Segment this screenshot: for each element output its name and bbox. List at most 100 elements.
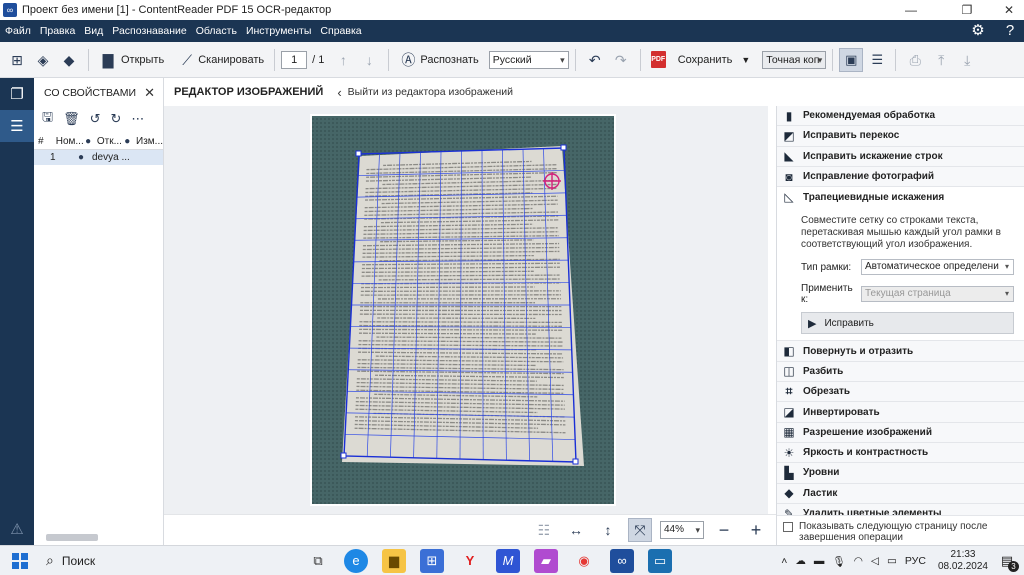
file-explorer-icon[interactable]: ▆: [382, 548, 406, 573]
next-error-button[interactable]: ⤓: [954, 46, 980, 74]
tool-resolution[interactable]: ▦ Разрешение изображений: [777, 422, 1024, 443]
prev-page-button[interactable]: ↑: [330, 46, 356, 74]
show-next-page-checkbox[interactable]: [783, 522, 793, 532]
rotate-left-icon[interactable]: ↺: [90, 111, 101, 127]
store-icon[interactable]: ⊞: [420, 548, 444, 573]
menu-help[interactable]: Справка: [316, 25, 365, 37]
open-button[interactable]: ▇ Открыть: [95, 46, 168, 74]
redo-button[interactable]: ↷: [608, 46, 634, 74]
tool-photo-correction[interactable]: ◙ Исправление фотографий: [777, 166, 1024, 188]
apply-to-select[interactable]: Текущая страница ▾: [861, 286, 1014, 303]
taskbar-search[interactable]: ⌕ Поиск: [46, 552, 246, 569]
document-image[interactable]: [164, 106, 776, 514]
fit-page-icon[interactable]: ⤧: [628, 518, 652, 542]
close-window-button[interactable]: ✕: [986, 0, 1024, 20]
frame-type-select[interactable]: Автоматическое определени ▾: [861, 259, 1014, 276]
frame-type-label: Тип рамки:: [801, 261, 852, 273]
page-number-input[interactable]: 1: [281, 50, 308, 69]
user-icon: ●: [85, 136, 92, 147]
edge-icon[interactable]: e: [344, 548, 368, 573]
more-icon[interactable]: ⋯: [131, 111, 144, 127]
pages-rail-button[interactable]: ❐: [0, 78, 34, 110]
keyboard-language[interactable]: РУС: [905, 555, 926, 567]
close-icon[interactable]: ✕: [144, 85, 155, 101]
horizontal-scrollbar[interactable]: [46, 534, 98, 541]
app-window-icon[interactable]: ▭: [648, 548, 672, 573]
help-icon[interactable]: ?: [1000, 21, 1020, 41]
tool-deskew[interactable]: ◩ Исправить перекос: [777, 126, 1024, 147]
contentreader-taskbar-icon[interactable]: ∞: [610, 548, 634, 573]
tool-invert[interactable]: ◪ Инвертировать: [777, 402, 1024, 423]
column-name[interactable]: Ном...: [50, 136, 85, 147]
menu-tools[interactable]: Инструменты: [242, 25, 315, 37]
exit-editor-link[interactable]: ‹ Выйти из редактора изображений: [337, 85, 513, 100]
tool-brightness[interactable]: ☀ Яркость и контрастность: [777, 442, 1024, 464]
warnings-rail-button[interactable]: ⚠: [0, 513, 34, 545]
scan-button[interactable]: ⟋ Сканировать: [174, 46, 268, 74]
prev-error-button[interactable]: ⤒: [928, 46, 954, 74]
fit-height-icon[interactable]: ↕: [596, 518, 620, 542]
text-view-toggle[interactable]: ☰: [865, 47, 890, 72]
show-next-page-option[interactable]: Показывать следующую страницу после заве…: [777, 515, 1024, 545]
zoom-in-icon[interactable]: +: [744, 518, 768, 542]
tool-levels[interactable]: ▙ Уровни: [777, 463, 1024, 484]
layers-add-button[interactable]: ◈: [30, 46, 56, 74]
tool-crop[interactable]: ⌗ Обрезать: [777, 382, 1024, 403]
tool-trapezoid[interactable]: ◺ Трапециевидные искажения: [777, 187, 1024, 208]
task-view-icon[interactable]: ⧉: [306, 549, 330, 573]
notifications-icon[interactable]: ▤ 3: [996, 550, 1019, 572]
recognize-button[interactable]: Ⓐ Распознать: [395, 46, 482, 74]
mic-icon[interactable]: 🎙: [832, 555, 845, 568]
volume-icon[interactable]: ◁: [871, 555, 879, 567]
export-mode-select[interactable]: Точная коп ▾: [762, 50, 827, 69]
tool-rotate[interactable]: ◧ Повернуть и отразить: [777, 341, 1024, 362]
tool-straighten-lines[interactable]: ◣ Исправить искажение строк: [777, 146, 1024, 167]
chrome-icon[interactable]: ◉: [572, 549, 596, 573]
yandex-browser-icon[interactable]: Y: [458, 549, 482, 573]
menu-area[interactable]: Область: [192, 25, 241, 37]
save-button[interactable]: PDF Сохранить ▼: [647, 46, 755, 74]
zoom-out-icon[interactable]: −: [712, 518, 736, 542]
zoom-select[interactable]: 44% ▾: [660, 521, 704, 539]
tool-eraser[interactable]: ◆ Ластик: [777, 483, 1024, 504]
list-view-icon[interactable]: ☷: [532, 518, 556, 542]
table-row[interactable]: 1 ● devya ...: [34, 150, 163, 165]
cloud-icon[interactable]: ☁: [795, 555, 806, 567]
image-view-toggle[interactable]: ▣: [839, 47, 864, 72]
layers-button[interactable]: ◆: [56, 46, 82, 74]
tool-recommended[interactable]: ▮ Рекомендуемая обработка: [777, 106, 1024, 127]
image-canvas[interactable]: [164, 106, 776, 514]
app-purple-icon[interactable]: ▰: [534, 548, 558, 573]
app-m-icon[interactable]: M: [496, 548, 520, 573]
gear-icon[interactable]: ⚙: [968, 21, 988, 41]
vertical-scrollbar[interactable]: [768, 106, 776, 514]
play-icon: ▶: [808, 317, 817, 330]
language-select[interactable]: Русский ▾: [488, 50, 569, 69]
network-icon[interactable]: ▬: [814, 555, 825, 567]
apply-correction-button[interactable]: ▶ Исправить: [801, 312, 1014, 335]
fit-width-icon[interactable]: ↔: [564, 518, 588, 542]
column-modified[interactable]: Изм...: [136, 136, 163, 147]
save-page-icon[interactable]: 🖫: [42, 108, 53, 130]
rotate-right-icon[interactable]: ↻: [111, 111, 122, 127]
minimize-button[interactable]: —: [888, 0, 934, 20]
menu-file[interactable]: Файл: [1, 25, 35, 37]
tool-split[interactable]: ◫ Разбить: [777, 361, 1024, 383]
menu-edit[interactable]: Правка: [36, 25, 79, 37]
new-task-button[interactable]: ⊞: [4, 46, 30, 74]
chevron-up-icon[interactable]: ˄: [781, 555, 787, 567]
delete-icon[interactable]: 🗑: [63, 111, 80, 127]
column-number[interactable]: #: [34, 136, 50, 147]
column-opened[interactable]: Отк...: [97, 136, 124, 147]
restore-button[interactable]: ❐: [944, 0, 990, 20]
taskbar-clock[interactable]: 21:33 08.02.2024: [938, 549, 988, 573]
verify-button[interactable]: ⎙: [902, 46, 928, 74]
windows-start-button[interactable]: [12, 552, 28, 569]
undo-button[interactable]: ↶: [582, 46, 608, 74]
menu-recognition[interactable]: Распознавание: [108, 25, 190, 37]
battery-icon[interactable]: ▭: [887, 555, 897, 567]
wifi-icon[interactable]: ◠: [854, 555, 863, 567]
list-rail-button[interactable]: ☰: [0, 110, 34, 142]
next-page-button[interactable]: ↓: [356, 46, 382, 74]
menu-view[interactable]: Вид: [80, 25, 107, 37]
